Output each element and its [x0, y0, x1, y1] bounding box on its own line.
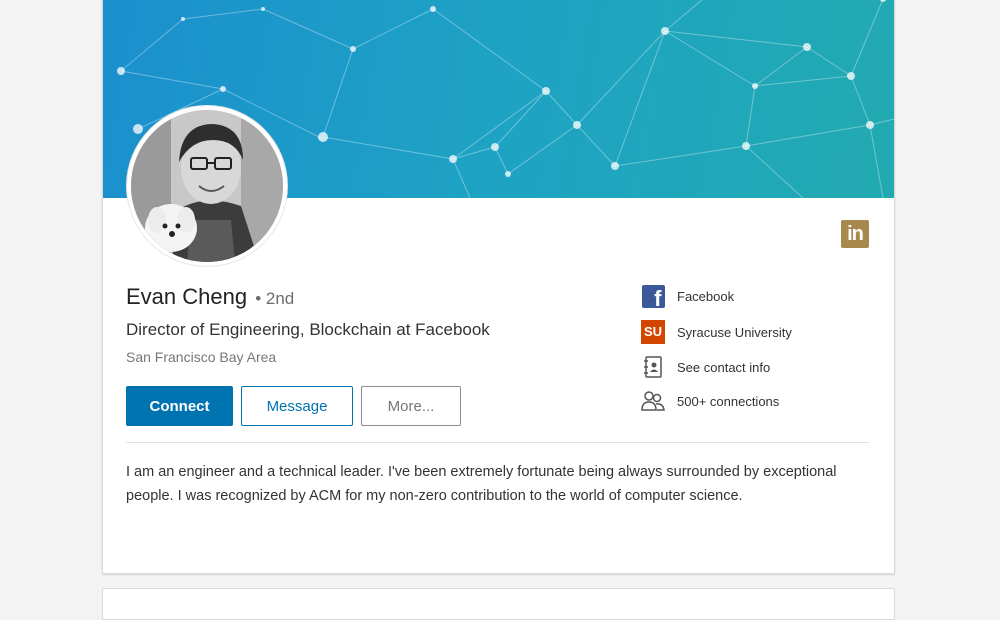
facebook-icon: f: [640, 283, 666, 309]
sidebar-item-connections[interactable]: 500+ connections: [640, 388, 779, 414]
profile-card: in Evan Cheng • 2nd Director of Engineer…: [102, 0, 895, 574]
sidebar-item-label: Facebook: [677, 288, 735, 304]
more-button[interactable]: More...: [361, 386, 461, 426]
profile-name: Evan Cheng • 2nd: [126, 284, 294, 310]
contact-book-icon: [640, 354, 666, 380]
next-card: [102, 588, 895, 620]
message-button[interactable]: Message: [241, 386, 353, 426]
sidebar-item-contact-info[interactable]: See contact info: [640, 354, 770, 380]
sidebar-item-syracuse-university[interactable]: SU Syracuse University: [640, 319, 792, 345]
sidebar-item-label: 500+ connections: [677, 393, 780, 409]
divider: [126, 442, 869, 443]
syracuse-university-icon: SU: [640, 319, 666, 345]
linkedin-icon[interactable]: in: [841, 220, 869, 248]
profile-summary: I am an engineer and a technical leader.…: [126, 464, 837, 504]
connect-button[interactable]: Connect: [126, 386, 233, 426]
sidebar-item-label: See contact info: [677, 359, 771, 375]
profile-photo[interactable]: [127, 106, 287, 266]
sidebar-item-facebook[interactable]: f Facebook: [640, 283, 734, 309]
people-icon: [640, 388, 666, 414]
profile-name-text: Evan Cheng: [126, 284, 248, 309]
avatar: [131, 110, 283, 262]
profile-headline: Director of Engineering, Blockchain at F…: [126, 320, 490, 339]
sidebar-item-label: Syracuse University: [677, 324, 792, 340]
connection-degree: • 2nd: [255, 289, 295, 308]
profile-location: San Francisco Bay Area: [126, 349, 277, 365]
